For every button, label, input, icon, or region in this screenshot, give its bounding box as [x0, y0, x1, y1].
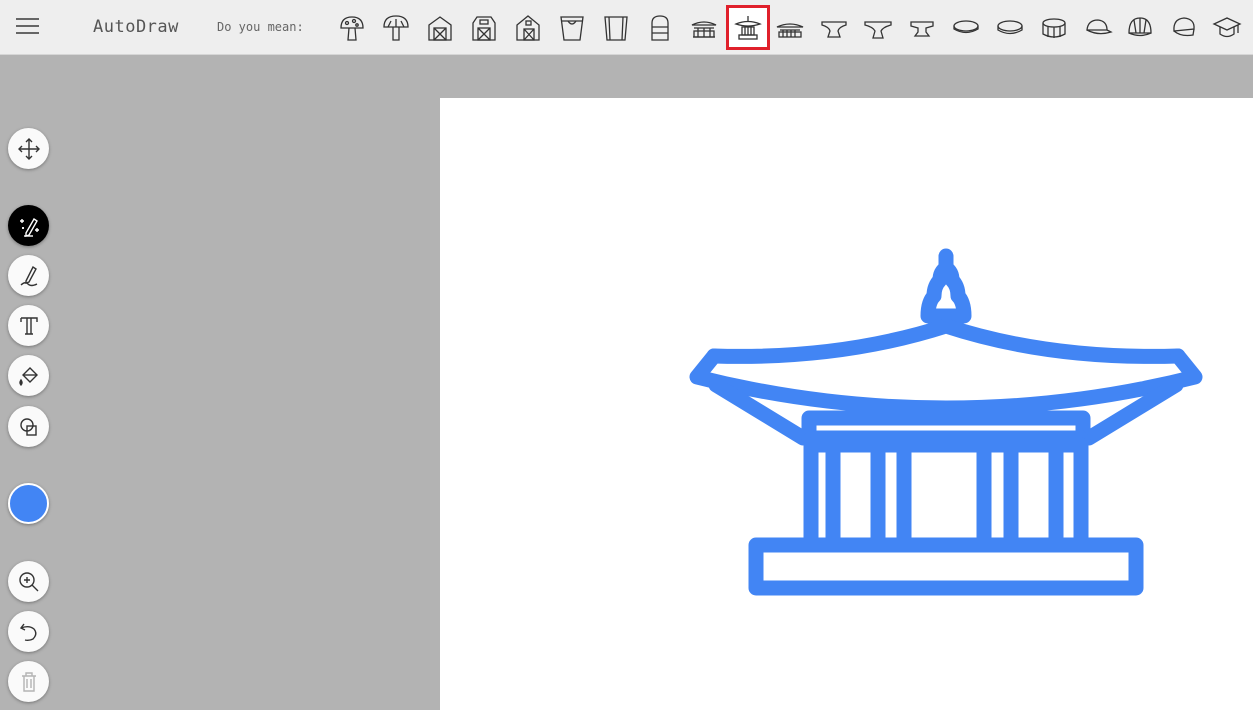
- hamburger-menu-icon[interactable]: [16, 16, 39, 36]
- autodraw-icon: [19, 217, 39, 237]
- undo-tool-button[interactable]: [8, 611, 49, 652]
- suggestion-pagoda-small-icon[interactable]: [684, 6, 724, 49]
- draw-tool-button[interactable]: [8, 255, 49, 296]
- suggestion-temple-icon[interactable]: [770, 6, 810, 49]
- suggestion-coin-2-icon[interactable]: [990, 6, 1030, 49]
- delete-tool-button[interactable]: [8, 661, 49, 702]
- suggestion-baseball-cap-icon[interactable]: [1120, 6, 1160, 49]
- suggestion-hat-icon[interactable]: [1164, 6, 1204, 49]
- color-picker-button[interactable]: [8, 483, 49, 524]
- suggestion-barn-wide-icon[interactable]: [464, 6, 504, 49]
- text-icon: [19, 316, 38, 335]
- trash-icon: [21, 671, 36, 692]
- suggestion-anvil-icon[interactable]: [814, 6, 854, 49]
- suggestion-bucket-icon[interactable]: [552, 6, 592, 49]
- shape-icon: [19, 417, 37, 436]
- suggestion-drum-icon[interactable]: [1034, 6, 1074, 49]
- fill-tool-button[interactable]: [8, 355, 49, 396]
- suggestion-coin-icon[interactable]: [946, 6, 986, 49]
- autodraw-tool-button[interactable]: [8, 205, 49, 246]
- suggestion-barn-icon[interactable]: [420, 6, 460, 49]
- undo-icon: [19, 623, 36, 641]
- top-toolbar: AutoDraw Do you mean:: [0, 0, 1253, 55]
- move-tool-button[interactable]: [8, 128, 49, 169]
- suggestion-jar-icon[interactable]: [640, 6, 680, 49]
- shape-tool-button[interactable]: [8, 406, 49, 447]
- move-icon: [17, 137, 40, 160]
- suggestion-anvil-2-icon[interactable]: [858, 6, 898, 49]
- zoom-icon: [18, 571, 38, 591]
- type-tool-button[interactable]: [8, 305, 49, 346]
- suggestion-graduation-cap-icon[interactable]: [1207, 6, 1247, 49]
- suggestion-pagoda-icon[interactable]: [726, 5, 770, 50]
- suggestion-prompt: Do you mean:: [217, 20, 304, 34]
- fill-icon: [18, 366, 38, 386]
- suggestion-anvil-3-icon[interactable]: [902, 6, 942, 49]
- suggestion-mushroom-spotted-icon[interactable]: [332, 6, 372, 49]
- zoom-tool-button[interactable]: [8, 561, 49, 602]
- pagoda-drawing[interactable]: [680, 240, 1210, 605]
- suggestion-barn-side-icon[interactable]: [508, 6, 548, 49]
- suggestion-cap-icon[interactable]: [1078, 6, 1118, 49]
- suggestion-mushroom-icon[interactable]: [376, 6, 416, 49]
- pencil-icon: [20, 265, 37, 286]
- suggestion-bucket-wide-icon[interactable]: [596, 6, 636, 49]
- app-title: AutoDraw: [93, 17, 179, 37]
